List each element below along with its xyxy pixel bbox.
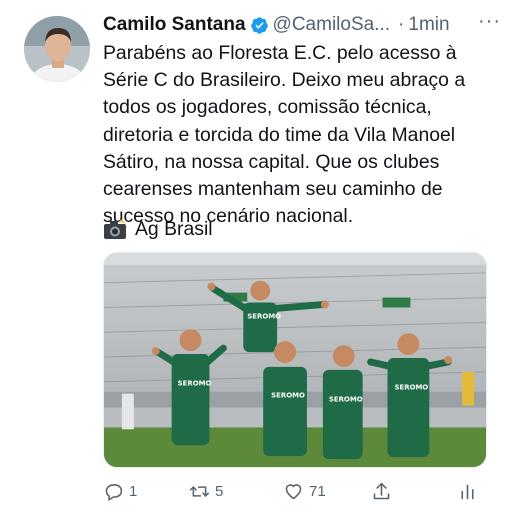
reply-icon — [105, 483, 123, 501]
photo-credit: Ag Brasil — [103, 216, 213, 243]
tweet-header: Camilo Santana @CamiloSa... · 1min ··· — [103, 10, 503, 38]
jersey-sponsor: SEROMO — [247, 312, 281, 320]
more-options-icon[interactable]: ··· — [478, 10, 501, 33]
like-button[interactable]: 71 — [283, 481, 326, 502]
team-celebration-photo: SEROMO SEROMO SEROMO SEROMO SEROMO — [104, 253, 486, 467]
retweet-count: 5 — [215, 482, 224, 500]
jersey-sponsor: SEROMO — [178, 380, 212, 388]
analytics-button[interactable] — [457, 481, 483, 502]
author-handle[interactable]: @CamiloSa... — [273, 14, 391, 36]
tweet-actions: 1 5 71 — [103, 477, 487, 505]
author-name[interactable]: Camilo Santana — [103, 14, 246, 36]
verified-badge-icon — [250, 16, 268, 34]
tweet-text: Parabéns ao Floresta E.C. pelo acesso à … — [103, 42, 466, 228]
analytics-icon — [461, 484, 474, 499]
jersey-sponsor: SEROMO — [271, 392, 305, 400]
reply-button[interactable]: 1 — [103, 481, 137, 502]
author-avatar[interactable] — [24, 16, 90, 82]
tweet-media-photo[interactable]: SEROMO SEROMO SEROMO SEROMO SEROMO — [103, 252, 487, 468]
tweet-timestamp[interactable]: 1min — [408, 14, 449, 36]
photo-credit-text: Ag Brasil — [135, 218, 213, 240]
retweet-icon — [189, 485, 210, 497]
avatar-photo — [24, 16, 90, 82]
reply-count: 1 — [129, 482, 138, 500]
share-button[interactable] — [371, 481, 397, 502]
tweet[interactable]: Camilo Santana @CamiloSa... · 1min ··· P… — [0, 0, 511, 512]
jersey-sponsor: SEROMO — [394, 384, 428, 392]
like-count: 71 — [309, 482, 326, 500]
jersey-sponsor: SEROMO — [329, 396, 363, 404]
camera-flash-icon — [104, 219, 126, 239]
separator-dot: · — [398, 14, 405, 35]
heart-icon — [285, 483, 302, 499]
retweet-button[interactable]: 5 — [189, 481, 223, 502]
share-icon — [373, 482, 390, 499]
